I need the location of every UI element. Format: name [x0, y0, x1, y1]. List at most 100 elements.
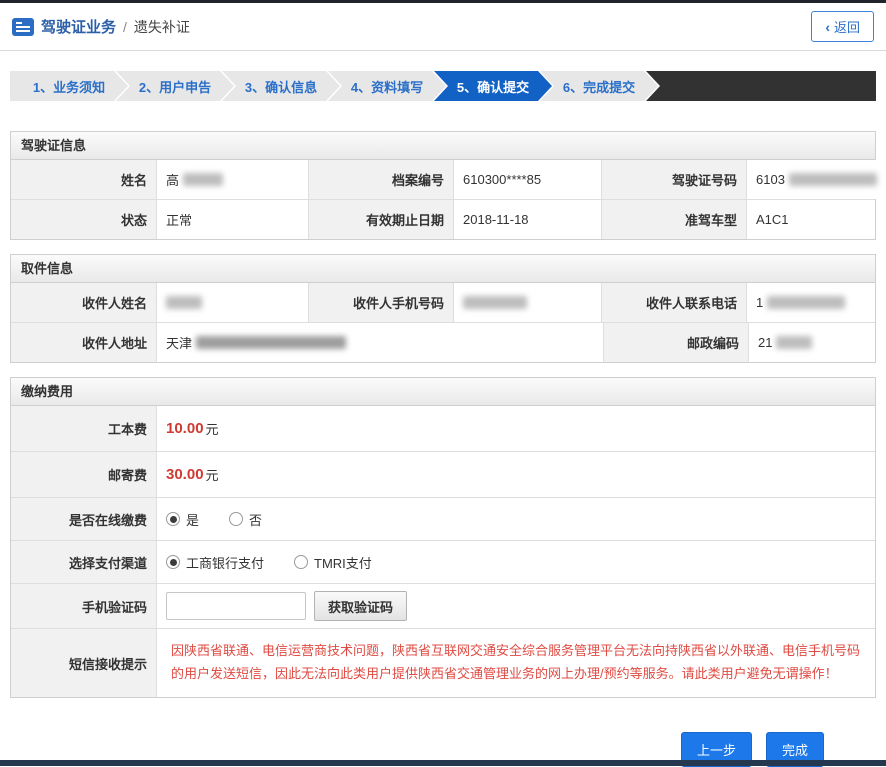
- section-fees: 缴纳费用 工本费 10.00 元 邮寄费 30.00 元 是否在线缴费 是: [10, 377, 876, 698]
- recipient-tel-value: 1: [746, 283, 875, 322]
- table-row: 状态 正常 有效期止日期 2018-11-18 准驾车型 A1C1: [11, 199, 875, 239]
- breadcrumb-separator: /: [123, 19, 127, 35]
- step-label: 5、确认提交: [457, 77, 529, 96]
- recipient-tel-text: 1: [756, 295, 763, 310]
- redacted-license-no: [789, 173, 877, 186]
- name-text: 高: [166, 170, 179, 189]
- step-3-confirm-info[interactable]: 3、确认信息: [222, 71, 340, 101]
- step-1-business-notice[interactable]: 1、业务须知: [10, 71, 128, 101]
- radio-channel-tmri[interactable]: TMRI支付: [294, 553, 372, 572]
- table-row: 手机验证码 获取验证码: [11, 583, 875, 628]
- radio-label: 是: [186, 510, 199, 529]
- recipient-name-value: [156, 283, 308, 322]
- radio-checked-icon: [166, 512, 180, 526]
- page-subtitle: 遗失补证: [134, 17, 190, 37]
- radio-unchecked-icon: [294, 555, 308, 569]
- step-label: 2、用户申告: [139, 77, 211, 96]
- license-no-value: 6103: [746, 160, 877, 199]
- radio-online-pay-yes[interactable]: 是: [166, 510, 199, 529]
- postcode-value: 21: [748, 323, 875, 362]
- step-4-fill-data[interactable]: 4、资料填写: [328, 71, 446, 101]
- redacted-address: [196, 336, 346, 349]
- vehicle-type-text: A1C1: [756, 212, 789, 227]
- file-no-label: 档案编号: [308, 160, 453, 199]
- recipient-tel-label: 收件人联系电话: [601, 283, 746, 322]
- chevron-left-icon: ‹: [825, 20, 830, 34]
- address-value: 天津: [156, 323, 603, 362]
- bottom-border: [0, 760, 886, 766]
- expiry-label: 有效期止日期: [308, 200, 453, 239]
- pay-channel-label: 选择支付渠道: [11, 541, 156, 583]
- redacted-recipient-name: [166, 296, 202, 309]
- table-row: 选择支付渠道 工商银行支付 TMRI支付: [11, 540, 875, 583]
- radio-channel-icbc[interactable]: 工商银行支付: [166, 553, 264, 572]
- pickup-info-table: 收件人姓名 收件人手机号码 收件人联系电话 1 收件人地址 天津 邮政编码 21: [11, 283, 875, 362]
- step-label: 3、确认信息: [245, 77, 317, 96]
- radio-checked-icon: [166, 555, 180, 569]
- license-form-icon: [12, 18, 34, 36]
- recipient-phone-value: [453, 283, 601, 322]
- table-row: 短信接收提示 因陕西省联通、电信运营商技术问题，陕西省互联网交通安全综合服务管理…: [11, 628, 875, 697]
- cost-fee-label: 工本费: [11, 406, 156, 451]
- fees-table: 工本费 10.00 元 邮寄费 30.00 元 是否在线缴费 是: [11, 406, 875, 697]
- expiry-text: 2018-11-18: [463, 212, 529, 227]
- radio-online-pay-no[interactable]: 否: [229, 510, 262, 529]
- sms-code-input[interactable]: [166, 592, 306, 620]
- step-label: 6、完成提交: [563, 77, 635, 96]
- step-wizard-tail: [646, 71, 876, 101]
- breadcrumb: 驾驶证业务 / 遗失补证: [12, 16, 190, 37]
- step-wizard: 1、业务须知 2、用户申告 3、确认信息 4、资料填写 5、确认提交 6、完成提…: [10, 71, 876, 101]
- step-6-complete-submit[interactable]: 6、完成提交: [540, 71, 658, 101]
- section-title-license-info: 驾驶证信息: [11, 132, 875, 160]
- sms-code-label: 手机验证码: [11, 584, 156, 628]
- license-info-table: 姓名 高 档案编号 610300****85 驾驶证号码 6103 状态 正常 …: [11, 160, 875, 239]
- sms-code-field: 获取验证码: [156, 584, 875, 628]
- license-no-text: 6103: [756, 172, 785, 187]
- section-pickup-info: 取件信息 收件人姓名 收件人手机号码 收件人联系电话 1 收件人地址 天津 邮政…: [10, 254, 876, 363]
- sms-notice-label: 短信接收提示: [11, 629, 156, 697]
- license-no-label: 驾驶证号码: [601, 160, 746, 199]
- back-button[interactable]: ‹ 返回: [811, 11, 874, 42]
- address-text: 天津: [166, 333, 192, 352]
- redacted-name: [183, 173, 223, 186]
- table-row: 是否在线缴费 是 否: [11, 497, 875, 540]
- back-button-label: 返回: [834, 17, 860, 36]
- recipient-name-label: 收件人姓名: [11, 283, 156, 322]
- name-value: 高: [156, 160, 308, 199]
- table-row: 姓名 高 档案编号 610300****85 驾驶证号码 6103: [11, 160, 875, 199]
- postcode-text: 21: [758, 335, 772, 350]
- vehicle-type-label: 准驾车型: [601, 200, 746, 239]
- page-header: 驾驶证业务 / 遗失补证 ‹ 返回: [0, 3, 886, 51]
- table-row: 工本费 10.00 元: [11, 406, 875, 451]
- table-row: 邮寄费 30.00 元: [11, 451, 875, 497]
- postage-fee-amount: 30.00: [166, 466, 204, 483]
- expiry-value: 2018-11-18: [453, 200, 601, 239]
- online-pay-options: 是 否: [156, 498, 875, 540]
- address-label: 收件人地址: [11, 323, 156, 362]
- status-label: 状态: [11, 200, 156, 239]
- radio-label: 否: [249, 510, 262, 529]
- sms-notice-cell: 因陕西省联通、电信运营商技术问题，陕西省互联网交通安全综合服务管理平台无法向持陕…: [156, 629, 875, 697]
- cost-fee-amount: 10.00: [166, 420, 204, 437]
- radio-label: TMRI支付: [314, 553, 372, 572]
- step-2-user-declaration[interactable]: 2、用户申告: [116, 71, 234, 101]
- postage-fee-label: 邮寄费: [11, 452, 156, 497]
- page-title: 驾驶证业务: [41, 16, 116, 37]
- redacted-recipient-phone: [463, 296, 527, 309]
- vehicle-type-value: A1C1: [746, 200, 875, 239]
- section-title-pickup-info: 取件信息: [11, 255, 875, 283]
- table-row: 收件人姓名 收件人手机号码 收件人联系电话 1: [11, 283, 875, 322]
- postage-fee-value: 30.00 元: [156, 452, 875, 497]
- radio-label: 工商银行支付: [186, 553, 264, 572]
- name-label: 姓名: [11, 160, 156, 199]
- radio-unchecked-icon: [229, 512, 243, 526]
- section-license-info: 驾驶证信息 姓名 高 档案编号 610300****85 驾驶证号码 6103 …: [10, 131, 876, 240]
- table-row: 收件人地址 天津 邮政编码 21: [11, 322, 875, 362]
- section-title-fees: 缴纳费用: [11, 378, 875, 406]
- step-5-confirm-submit[interactable]: 5、确认提交: [434, 71, 552, 101]
- get-sms-code-button[interactable]: 获取验证码: [314, 591, 407, 621]
- file-no-value: 610300****85: [453, 160, 601, 199]
- pay-channel-options: 工商银行支付 TMRI支付: [156, 541, 875, 583]
- file-no-text: 610300****85: [463, 172, 541, 187]
- status-text: 正常: [166, 210, 192, 229]
